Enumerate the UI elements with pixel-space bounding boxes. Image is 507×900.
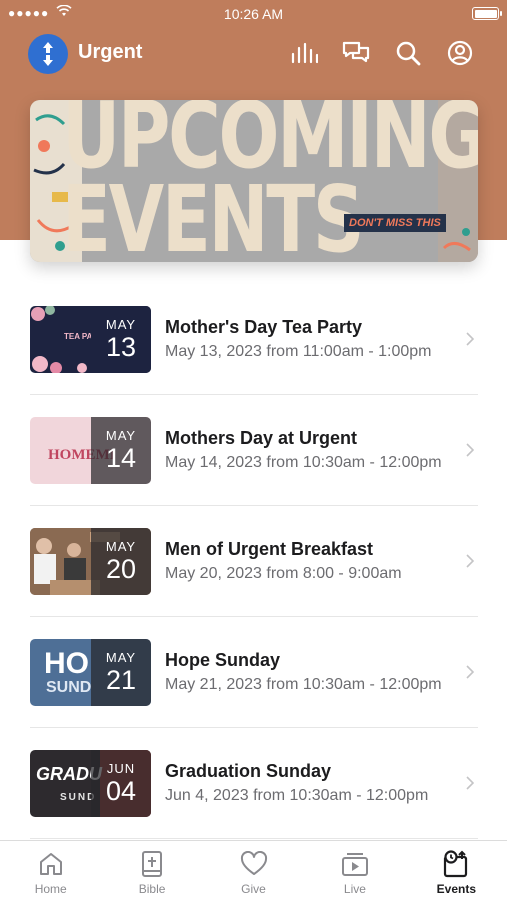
event-row[interactable]: GRADU SUND JUN 04 Graduation Sunday Jun … xyxy=(30,728,478,839)
banner-tag: DON'T MISS THIS xyxy=(344,214,446,232)
app-logo-icon[interactable] xyxy=(28,34,68,74)
event-datetime: Jun 4, 2023 from 10:30am - 12:00pm xyxy=(165,787,429,804)
event-day: 13 xyxy=(105,332,137,362)
chat-icon[interactable] xyxy=(341,38,371,68)
bible-icon xyxy=(140,850,164,878)
date-badge: MAY 20 xyxy=(91,528,151,595)
event-month: MAY xyxy=(105,317,137,332)
events-icon xyxy=(442,850,470,878)
thumbnail-text: HO xyxy=(44,647,89,680)
event-row[interactable]: TEA PARTY MAY 13 Mother's Day Tea Party … xyxy=(30,284,478,395)
tab-label: Give xyxy=(241,882,266,896)
event-thumbnail: GRADU SUND JUN 04 xyxy=(30,750,151,817)
date-badge: MAY 13 xyxy=(91,306,151,373)
tab-bar: Home Bible Give Live Events xyxy=(0,840,507,900)
app-name: Urgent xyxy=(78,41,143,63)
event-title: Mother's Day Tea Party xyxy=(165,317,363,337)
chevron-right-icon xyxy=(466,554,475,573)
event-month: JUN xyxy=(106,761,136,776)
date-badge: JUN 04 xyxy=(91,750,151,817)
tab-label: Events xyxy=(436,882,476,896)
event-thumbnail: HOMEMI MAY 14 xyxy=(30,417,151,484)
date-badge: MAY 14 xyxy=(91,417,151,484)
event-title: Hope Sunday xyxy=(165,650,281,670)
banner-title-line2: EVENTS xyxy=(62,166,365,263)
event-list: TEA PARTY MAY 13 Mother's Day Tea Party … xyxy=(30,284,478,839)
event-day: 21 xyxy=(105,665,137,695)
thumbnail-text: SUND xyxy=(46,679,92,696)
event-row[interactable]: HO SUND MAY 21 Hope Sunday May 21, 2023 … xyxy=(30,617,478,728)
status-bar: ●●●●● 10:26 AM xyxy=(0,0,507,28)
event-row[interactable]: HOMEMI MAY 14 Mothers Day at Urgent May … xyxy=(30,395,478,506)
event-title: Men of Urgent Breakfast xyxy=(165,539,374,559)
app-bar: Urgent xyxy=(0,28,507,78)
home-icon xyxy=(38,850,64,878)
event-month: MAY xyxy=(105,428,137,443)
event-thumbnail: MAY 20 xyxy=(30,528,151,595)
event-datetime: May 14, 2023 from 10:30am - 12:00pm xyxy=(165,454,442,471)
status-time: 10:26 AM xyxy=(223,6,284,22)
tab-bible[interactable]: Bible xyxy=(101,841,202,900)
tab-events[interactable]: Events xyxy=(406,841,507,900)
event-title: Graduation Sunday xyxy=(165,761,332,781)
event-datetime: May 20, 2023 from 8:00 - 9:00am xyxy=(165,565,402,582)
chevron-right-icon xyxy=(466,443,475,462)
event-thumbnail: HO SUND MAY 21 xyxy=(30,639,151,706)
profile-icon[interactable] xyxy=(445,38,475,68)
header-actions xyxy=(289,38,475,68)
event-month: MAY xyxy=(105,539,137,554)
chevron-right-icon xyxy=(466,776,475,795)
tab-give[interactable]: Give xyxy=(203,841,304,900)
event-month: MAY xyxy=(105,650,137,665)
search-icon[interactable] xyxy=(393,38,423,68)
event-day: 20 xyxy=(105,554,137,584)
event-row[interactable]: MAY 20 Men of Urgent Breakfast May 20, 2… xyxy=(30,506,478,617)
tab-home[interactable]: Home xyxy=(0,841,101,900)
event-day: 04 xyxy=(105,776,137,806)
heart-icon xyxy=(240,850,268,878)
tab-label: Home xyxy=(34,882,67,896)
chevron-right-icon xyxy=(466,332,475,351)
audio-icon[interactable] xyxy=(289,38,319,68)
event-day: 14 xyxy=(105,443,137,473)
event-title: Mothers Day at Urgent xyxy=(165,428,358,448)
live-icon xyxy=(341,850,369,878)
battery-icon xyxy=(472,7,502,20)
tab-live[interactable]: Live xyxy=(304,841,405,900)
event-datetime: May 21, 2023 from 10:30am - 12:00pm xyxy=(165,676,442,693)
tab-label: Live xyxy=(343,882,366,896)
event-thumbnail: TEA PARTY MAY 13 xyxy=(30,306,151,373)
chevron-right-icon xyxy=(466,665,475,684)
date-badge: MAY 21 xyxy=(91,639,151,706)
upcoming-events-banner[interactable]: UPCOMING EVENTS DON'T MISS THIS xyxy=(30,100,478,262)
tab-label: Bible xyxy=(138,882,166,896)
event-datetime: May 13, 2023 from 11:00am - 1:00pm xyxy=(165,343,432,360)
